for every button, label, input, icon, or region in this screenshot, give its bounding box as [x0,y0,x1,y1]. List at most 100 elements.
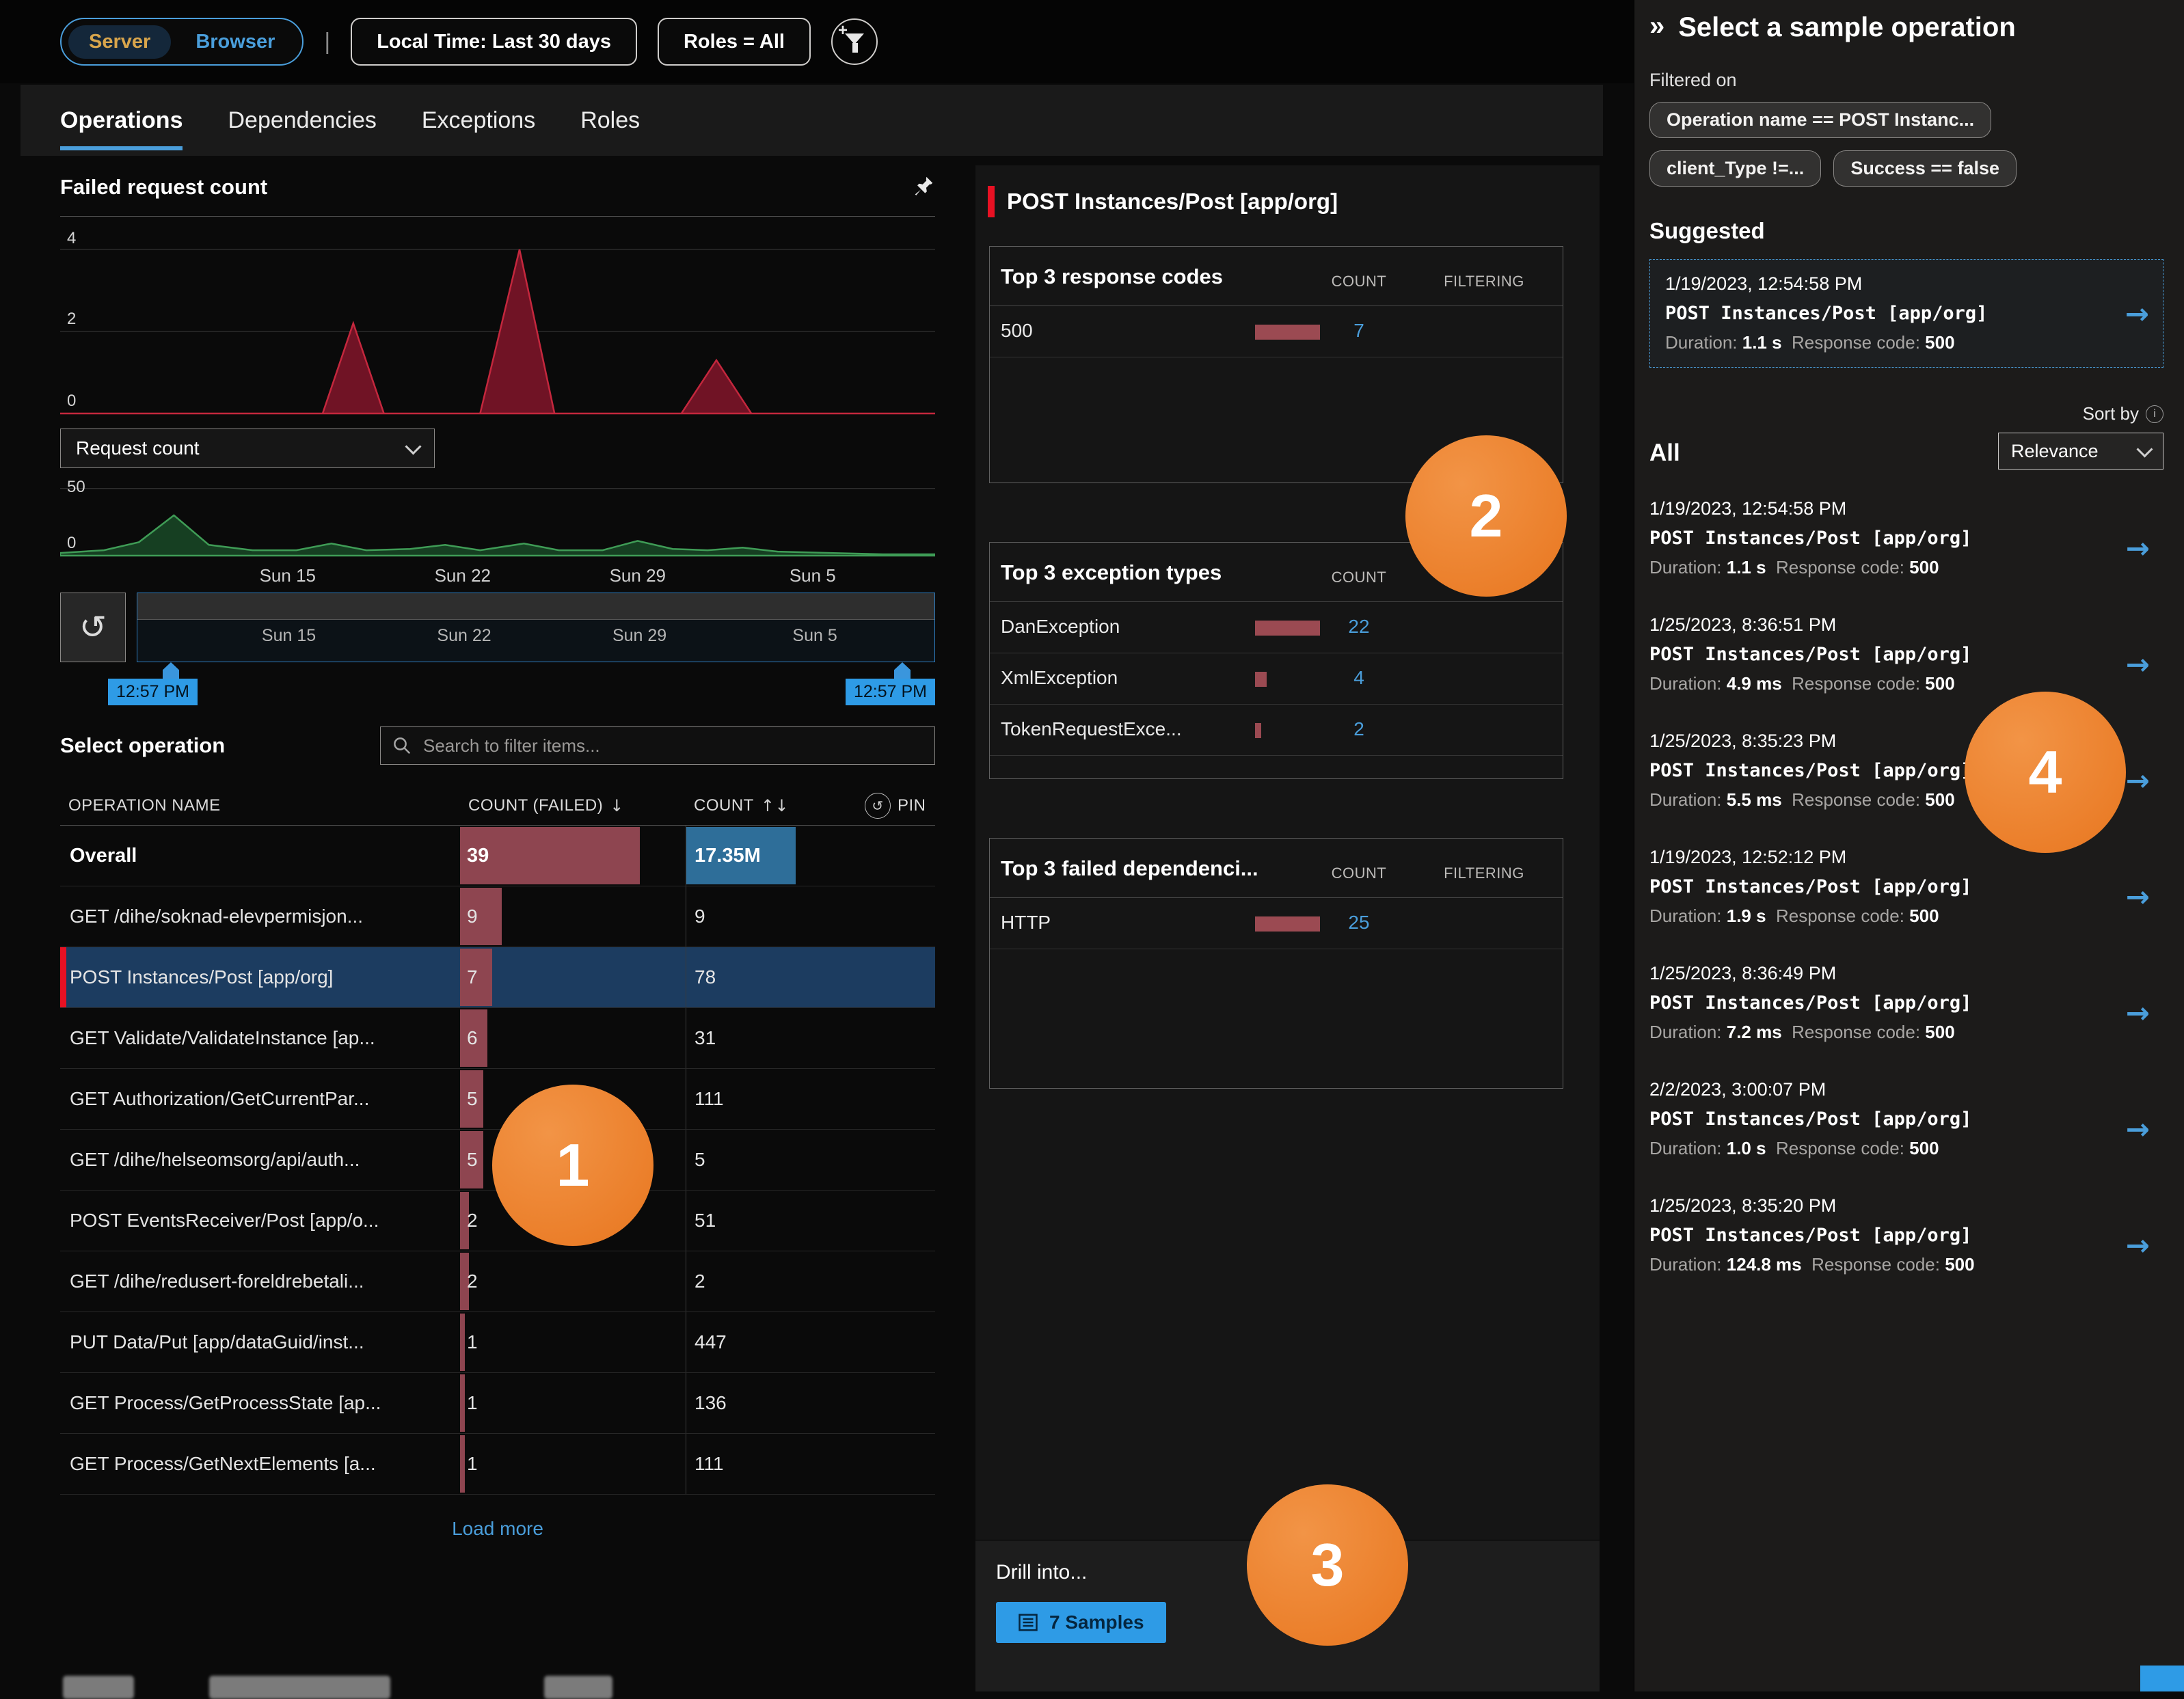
load-more-link[interactable]: Load more [60,1518,935,1540]
open-sample-arrow-icon[interactable]: → [2126,1229,2150,1262]
top3-count[interactable]: 7 [1326,320,1392,342]
top3-count[interactable]: 4 [1326,667,1392,689]
top3-row[interactable]: XmlException4 [990,653,1563,705]
brush-rail[interactable]: Sun 15Sun 22Sun 29Sun 5 [137,593,935,662]
operation-row[interactable]: GET Validate/ValidateInstance [ap...631 [60,1008,935,1069]
samples-button[interactable]: 7 Samples [996,1602,1166,1643]
toggle-browser[interactable]: Browser [175,25,295,59]
collapse-panel-icon[interactable]: » [1649,12,1664,40]
cut-off-corner-button[interactable] [2140,1666,2184,1691]
col-pin[interactable]: ↺PIN [857,793,935,819]
filter-pill-2[interactable]: client_Type !=... [1649,150,1821,187]
tab-roles[interactable]: Roles [580,85,640,156]
roles-filter-button[interactable]: Roles = All [658,18,811,66]
operation-row[interactable]: GET /dihe/helseomsorg/api/auth...55 [60,1130,935,1191]
server-browser-toggle[interactable]: Server Browser [60,18,304,66]
sample-meta: Duration: 1.0 s Response code: 500 [1649,1138,2163,1159]
open-sample-arrow-icon[interactable]: → [2126,648,2150,681]
sample-meta: Duration: 1.9 s Response code: 500 [1649,906,2163,927]
metric-dropdown[interactable]: Request count [60,429,435,468]
col-operation-name[interactable]: OPERATION NAME [60,796,460,815]
open-sample-arrow-icon[interactable]: → [2126,880,2150,914]
sample-item[interactable]: 1/19/2023, 12:54:58 PMPOST Instances/Pos… [1649,490,2163,606]
filtering-header: FILTERING [1433,569,1535,586]
col-count[interactable]: COUNT↑↓ [686,796,857,815]
drill-into-section: Drill into... 7 Samples [975,1540,1600,1691]
col-count-failed[interactable]: COUNT (FAILED)↓ [460,796,686,815]
top3-count[interactable]: 25 [1326,912,1392,934]
top3-name: HTTP [1001,912,1051,934]
top3-box-1: Top 3 response codesCOUNTFILTERING5007 [989,246,1563,483]
reset-sort-icon: ↺ [865,793,891,819]
sample-item[interactable]: 1/25/2023, 8:35:23 PMPOST Instances/Post… [1649,722,2163,839]
top3-count[interactable]: 22 [1326,616,1392,638]
operation-row[interactable]: GET /dihe/soknad-elevpermisjon...99 [60,886,935,947]
top3-name: 500 [1001,320,1033,342]
sample-operation-name: POST Instances/Post [app/org] [1665,303,2148,324]
operation-name: GET Validate/ValidateInstance [ap... [60,1027,460,1049]
tab-bar: Operations Dependencies Exceptions Roles [21,85,1603,156]
toggle-server[interactable]: Server [68,25,171,59]
filter-pill-3[interactable]: Success == false [1833,150,2017,187]
count-value: 111 [686,1453,724,1475]
top3-row[interactable]: 500 7 [990,306,1563,357]
operation-row[interactable]: GET Authorization/GetCurrentPar...5111 [60,1069,935,1130]
table-header-row: OPERATION NAME COUNT (FAILED)↓ COUNT↑↓ ↺… [60,787,935,826]
operation-row[interactable]: POST EventsReceiver/Post [app/o...251 [60,1191,935,1251]
filter-pill-1[interactable]: Operation name == POST Instanc... [1649,102,1991,138]
pin-button[interactable] [911,174,935,201]
top3-count[interactable]: 2 [1326,718,1392,740]
top3-row[interactable]: HTTP 25 [990,898,1563,949]
top3-row[interactable]: TokenRequestExce... 2 [990,705,1563,756]
operation-name: GET /dihe/redusert-foreldrebetali... [60,1270,460,1292]
time-range-button[interactable]: Local Time: Last 30 days [351,18,637,66]
open-sample-arrow-icon[interactable]: → [2126,1113,2150,1146]
sample-item[interactable]: 1/25/2023, 8:35:20 PMPOST Instances/Post… [1649,1187,2163,1303]
sample-item[interactable]: 2/2/2023, 3:00:07 PMPOST Instances/Post … [1649,1071,2163,1187]
search-box[interactable] [380,726,935,765]
sort-desc-icon: ↓ [610,796,624,815]
top3-name: DanException [1001,616,1120,638]
operation-row[interactable]: PUT Data/Put [app/dataGuid/inst...1447 [60,1312,935,1373]
top3-name: TokenRequestExce... [1001,718,1182,740]
tab-exceptions[interactable]: Exceptions [422,85,535,156]
failed-count-value: 5 [460,1149,478,1171]
operation-row[interactable]: Overall3917.35M [60,826,935,886]
sample-item[interactable]: 1/25/2023, 8:36:51 PMPOST Instances/Post… [1649,606,2163,722]
operation-row[interactable]: GET Process/GetProcessState [ap...1136 [60,1373,935,1434]
tab-operations[interactable]: Operations [60,85,183,156]
tab-dependencies[interactable]: Dependencies [228,85,376,156]
open-sample-arrow-icon[interactable]: → [2126,532,2150,565]
count-header: COUNT [1326,865,1392,882]
count-value: 17.35M [686,845,761,867]
search-input[interactable] [422,735,924,757]
sample-item[interactable]: 1/19/2023, 12:52:12 PMPOST Instances/Pos… [1649,839,2163,955]
sample-operation-name: POST Instances/Post [app/org] [1649,992,2163,1014]
sample-item[interactable]: 1/25/2023, 8:36:49 PMPOST Instances/Post… [1649,955,2163,1071]
operation-name: GET Authorization/GetCurrentPar... [60,1088,460,1110]
suggested-label: Suggested [1649,218,2163,244]
operation-row[interactable]: GET /dihe/redusert-foreldrebetali...22 [60,1251,935,1312]
sample-operation-name: POST Instances/Post [app/org] [1649,644,2163,665]
open-sample-arrow-icon[interactable]: → [2125,297,2149,330]
x-tick: Sun 15 [262,626,316,646]
suggested-sample-card[interactable]: 1/19/2023, 12:54:58 PM POST Instances/Po… [1649,259,2163,368]
failed-count-value: 6 [460,1027,478,1049]
reset-zoom-button[interactable]: ↺ [60,593,126,662]
top3-bar [1255,723,1261,738]
cut-off-footer-fragment [209,1676,390,1699]
sort-select[interactable]: Relevance [1998,433,2163,470]
operation-row[interactable]: GET Process/GetNextElements [a...1111 [60,1434,935,1495]
open-sample-arrow-icon[interactable]: → [2126,996,2150,1030]
operation-row[interactable]: POST Instances/Post [app/org]778 [60,947,935,1008]
failed-indicator-bar [988,186,995,217]
cut-off-footer-fragment [63,1676,134,1699]
selected-operation-title: POST Instances/Post [app/org] [1007,189,1338,215]
x-tick: Sun 29 [612,626,666,646]
top3-row[interactable]: DanException 22 [990,602,1563,653]
count-header: COUNT [1326,273,1392,290]
open-sample-arrow-icon[interactable]: → [2126,764,2150,798]
add-filter-button[interactable]: + [831,18,878,65]
failed-count-value: 1 [460,1453,478,1475]
select-operation-label: Select operation [60,733,225,758]
